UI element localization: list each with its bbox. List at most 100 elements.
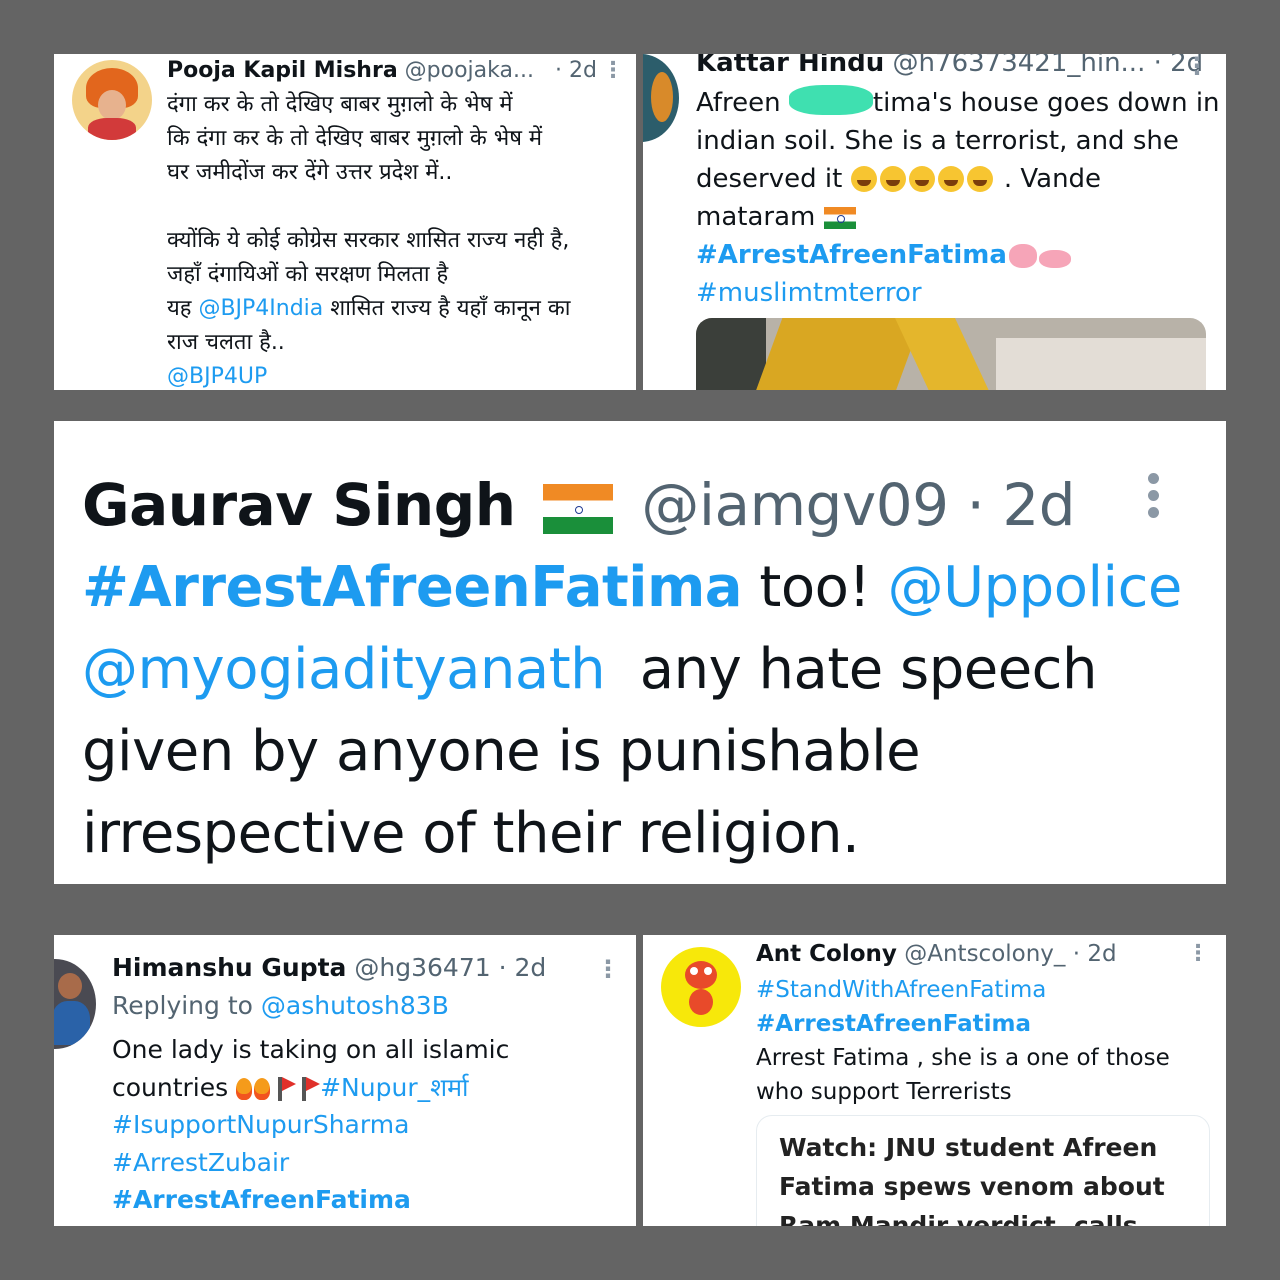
mention-link[interactable]: @BJP4India <box>198 296 323 321</box>
hashtag-link[interactable]: #ArrestAfreenFatima <box>696 240 1007 270</box>
tweet-antcolony: Ant Colony @Antscolony_ · 2d ⋮ #StandWit… <box>643 935 1226 1226</box>
hashtag-link[interactable]: #muslimtmterror <box>696 274 1220 312</box>
hashtag-link[interactable]: #ArrestAfreenFatima <box>756 1007 1170 1041</box>
face-shape <box>58 973 82 999</box>
body-line: deserved it . Vande <box>696 160 1220 198</box>
replying-label: Replying to <box>112 991 261 1020</box>
user-handle[interactable]: @Antscolony_ <box>904 941 1065 967</box>
user-name[interactable]: Gaurav Singh <box>82 471 516 539</box>
body-text: mataram <box>696 202 824 232</box>
timestamp[interactable]: · 2d <box>555 58 597 83</box>
ant-head <box>685 961 717 989</box>
body-line: घर जमीदोंज कर देंगे उत्तर प्रदेश में.. <box>167 160 453 185</box>
hashtag-link[interactable]: #StandWithAfreenFatima <box>756 973 1170 1007</box>
body-line: यह @BJP4India शासित राज्य है यहाँ कानून … <box>167 292 570 326</box>
pig-emoji-icon <box>1038 250 1071 268</box>
tweet-kattar: Kattar Hindu @h76373421_hin... · 2d ⋮ Af… <box>643 54 1226 390</box>
timestamp[interactable]: · 2d <box>1073 941 1117 967</box>
link-card[interactable]: Watch: JNU student Afreen Fatima spews v… <box>756 1115 1210 1226</box>
shoulders-shape <box>54 1001 90 1045</box>
hashtag-link[interactable]: #ArrestAfreenFatima <box>112 1181 509 1219</box>
body-line: Afreen tima's house goes down in <box>696 84 1220 122</box>
hashtag-link[interactable]: #IsupportNupurSharma <box>112 1106 509 1144</box>
bulldozer-arm <box>749 318 923 390</box>
shoulders-shape <box>88 118 136 140</box>
body-line: दंगा कर के तो देखिए बाबर मुग़लो के भेष म… <box>167 92 513 117</box>
fire-emoji-icon <box>236 1077 253 1100</box>
body-text: tima's house goes down in <box>872 88 1220 118</box>
user-name[interactable]: Pooja Kapil Mishra <box>167 58 398 83</box>
body-line: mataram <box>696 198 1220 236</box>
body-text: any hate speech <box>605 637 1098 702</box>
body-text: शासित राज्य है यहाँ कानून का <box>323 296 571 321</box>
tweet-header: Gaurav Singh @iamgv09 · 2d <box>82 471 1076 539</box>
tweet-body: #ArrestAfreenFatima too! @Uppolice @myog… <box>82 547 1182 875</box>
card-text: Ram Mandir verdict, calls <box>779 1211 1138 1226</box>
hashtag-link[interactable]: #ArrestZubair <box>112 1144 509 1182</box>
avatar-antcolony[interactable] <box>661 947 741 1027</box>
card-text: Fatima spews venom about <box>779 1172 1165 1201</box>
tweet-header: Himanshu Gupta @hg36471 · 2d <box>112 953 546 982</box>
user-handle[interactable]: @poojaka... <box>405 58 534 83</box>
body-text: too! <box>742 555 888 620</box>
user-name[interactable]: Ant Colony <box>756 941 897 967</box>
more-vertical-icon[interactable]: ⋮ <box>1187 943 1209 965</box>
mention-link[interactable]: @Uppolice <box>888 555 1183 620</box>
laughing-emoji-icon <box>966 166 993 192</box>
body-line: irrespective of their religion. <box>82 801 860 866</box>
tweet-body: दंगा कर के तो देखिए बाबर मुग़लो के भेष म… <box>167 88 570 390</box>
tweet-gaurav: Gaurav Singh @iamgv09 · 2d #ArrestAfreen… <box>54 421 1226 884</box>
replying-to: Replying to @ashutosh83B <box>112 991 449 1020</box>
india-flag-icon <box>823 206 856 229</box>
avatar-himanshu[interactable] <box>54 959 96 1049</box>
fire-emoji-icon <box>254 1077 271 1100</box>
user-handle[interactable]: @iamgv09 <box>641 471 949 539</box>
pig-face-emoji-icon <box>1008 244 1037 268</box>
body-text: deserved it <box>696 164 851 194</box>
user-handle[interactable]: @hg36471 <box>354 953 490 982</box>
body-line: क्योंकि ये कोई कोग्रेस सरकार शासित राज्य… <box>167 228 570 253</box>
ant-eye <box>704 967 712 975</box>
building-wall <box>996 338 1206 390</box>
more-vertical-icon[interactable]: ⋮ <box>1185 54 1209 78</box>
link-card-title: Watch: JNU student Afreen Fatima spews v… <box>779 1128 1165 1226</box>
user-name[interactable]: Himanshu Gupta <box>112 953 346 982</box>
red-flag-emoji-icon <box>278 1076 297 1101</box>
timestamp[interactable]: · 2d <box>966 471 1075 539</box>
ant-body <box>689 989 713 1015</box>
body-line: indian soil. She is a terrorist, and she <box>696 126 1179 156</box>
body-line: given by anyone is punishable <box>82 719 921 784</box>
face-shape <box>98 90 126 120</box>
avatar-kattar[interactable] <box>643 54 679 142</box>
body-text: यह <box>167 296 199 321</box>
grin-emoji-icon <box>850 166 877 192</box>
body-text: . Vande <box>995 164 1102 194</box>
laughing-emoji-icon <box>908 166 935 192</box>
body-line: who support Terrerists <box>756 1079 1012 1105</box>
body-line: जहाँ दंगायिओं को सरक्षण मिलता है <box>167 262 449 287</box>
laughing-emoji-icon <box>937 166 964 192</box>
tweet-header: Ant Colony @Antscolony_ · 2d <box>756 941 1117 967</box>
laughing-emoji-icon <box>879 166 906 192</box>
hashtag-link[interactable]: #ArrestAfreenFatima <box>82 555 743 620</box>
body-line: राज चलता है.. <box>167 330 285 355</box>
media-bg-dark <box>696 318 766 390</box>
body-line: Arrest Fatima , she is a one of those <box>756 1045 1170 1071</box>
tweet-himanshu: Himanshu Gupta @hg36471 · 2d ⋮ Replying … <box>54 935 636 1226</box>
tweet-header: Pooja Kapil Mishra @poojaka... · 2d <box>167 58 597 83</box>
avatar-pooja[interactable] <box>72 60 152 140</box>
hashtag-link[interactable]: #Nupur_शर्मा <box>320 1073 468 1102</box>
body-line: countries #Nupur_शर्मा <box>112 1069 509 1107</box>
collage-canvas: { "tweet1": { "name": "Pooja Kapil Mishr… <box>0 0 1280 1280</box>
user-handle[interactable]: @h76373421_hin... <box>893 54 1146 78</box>
mention-link[interactable]: @BJP4UP <box>167 360 570 390</box>
user-name[interactable]: Kattar Hindu <box>696 54 884 78</box>
more-vertical-icon[interactable]: ⋮ <box>596 957 620 981</box>
timestamp[interactable]: · 2d <box>499 953 547 982</box>
more-vertical-icon[interactable] <box>1148 473 1160 518</box>
body-text: countries <box>112 1072 237 1102</box>
media-thumbnail[interactable] <box>696 318 1206 390</box>
mention-link[interactable]: @ashutosh83B <box>261 991 449 1020</box>
mention-link[interactable]: @myogiadityanath <box>82 637 606 702</box>
more-vertical-icon[interactable]: ⋮ <box>602 60 624 82</box>
